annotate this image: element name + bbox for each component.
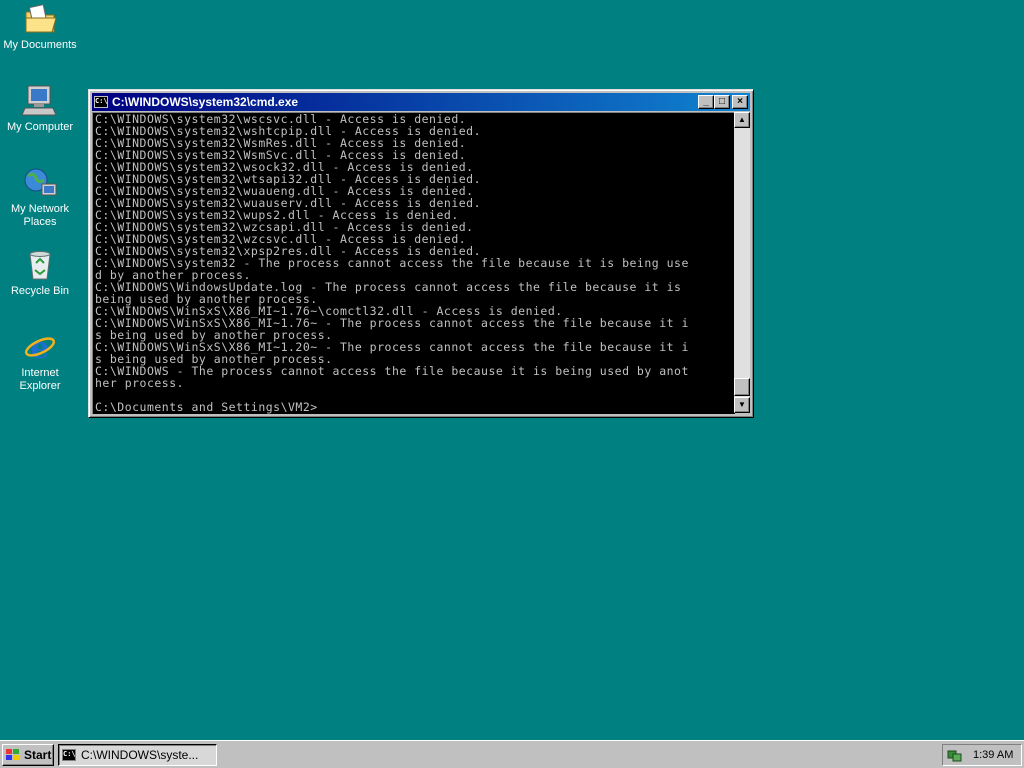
minimize-button[interactable]: _ bbox=[698, 95, 714, 109]
close-button[interactable]: × bbox=[732, 95, 748, 109]
arrow-down-icon: ▼ bbox=[738, 400, 746, 409]
desktop-icon-label: My Network Places bbox=[10, 203, 70, 228]
start-button[interactable]: Start bbox=[2, 744, 54, 766]
taskbar-button-label: C:\WINDOWS\syste... bbox=[81, 748, 199, 762]
cmd-icon[interactable]: C:\ bbox=[94, 96, 108, 108]
network-places-icon bbox=[22, 166, 58, 200]
desktop-icon-recycle-bin[interactable]: Recycle Bin bbox=[0, 248, 80, 298]
scroll-thumb[interactable] bbox=[734, 378, 750, 396]
recycle-bin-icon bbox=[22, 248, 58, 282]
desktop-icon-label: My Documents bbox=[3, 39, 77, 51]
close-icon: × bbox=[737, 96, 743, 107]
scroll-down-button[interactable]: ▼ bbox=[734, 397, 750, 413]
console-line: C:\Documents and Settings\VM2> bbox=[95, 400, 318, 414]
cmd-window[interactable]: C:\ C:\WINDOWS\system32\cmd.exe _ □ × C:… bbox=[88, 89, 754, 418]
arrow-up-icon: ▲ bbox=[738, 115, 746, 124]
computer-icon bbox=[21, 84, 58, 118]
vertical-scrollbar[interactable]: ▲ ▼ bbox=[734, 112, 750, 413]
svg-text:e: e bbox=[30, 331, 49, 364]
internet-explorer-icon: e bbox=[22, 330, 58, 366]
network-tray-icon[interactable] bbox=[947, 748, 963, 762]
taskbar-button-cmd[interactable]: C:\ C:\WINDOWS\syste... bbox=[58, 744, 217, 766]
window-title: C:\WINDOWS\system32\cmd.exe bbox=[112, 95, 299, 109]
desktop-icon-my-network-places[interactable]: My Network Places bbox=[0, 166, 80, 229]
console-line: C:\WINDOWS - The process cannot access t… bbox=[95, 364, 689, 378]
desktop-icon-my-computer[interactable]: My Computer bbox=[0, 84, 80, 134]
desktop-icon-my-documents[interactable]: My Documents bbox=[0, 2, 80, 52]
minimize-icon: _ bbox=[703, 96, 709, 107]
desktop-icon-label: My Computer bbox=[6, 121, 74, 133]
console-output[interactable]: C:\WINDOWS\system32\wscsvc.dll - Access … bbox=[92, 112, 735, 414]
cmd-icon: C:\ bbox=[62, 749, 76, 761]
desktop-icon-label: Recycle Bin bbox=[10, 285, 70, 297]
system-tray: 1:39 AM bbox=[942, 744, 1022, 766]
maximize-icon: □ bbox=[718, 96, 726, 107]
window-titlebar[interactable]: C:\ C:\WINDOWS\system32\cmd.exe _ □ × bbox=[92, 93, 750, 111]
folder-documents-icon bbox=[22, 2, 58, 36]
windows-logo-icon bbox=[6, 749, 19, 760]
scroll-up-button[interactable]: ▲ bbox=[734, 112, 750, 128]
taskbar: Start C:\ C:\WINDOWS\syste... 1:39 AM bbox=[0, 740, 1024, 768]
desktop-icon-label: Internet Explorer bbox=[19, 367, 61, 392]
start-label: Start bbox=[24, 748, 52, 762]
clock[interactable]: 1:39 AM bbox=[973, 749, 1013, 761]
desktop-icon-internet-explorer[interactable]: e Internet Explorer bbox=[0, 330, 80, 393]
console-line: her process. bbox=[95, 376, 185, 390]
maximize-button[interactable]: □ bbox=[714, 95, 730, 109]
